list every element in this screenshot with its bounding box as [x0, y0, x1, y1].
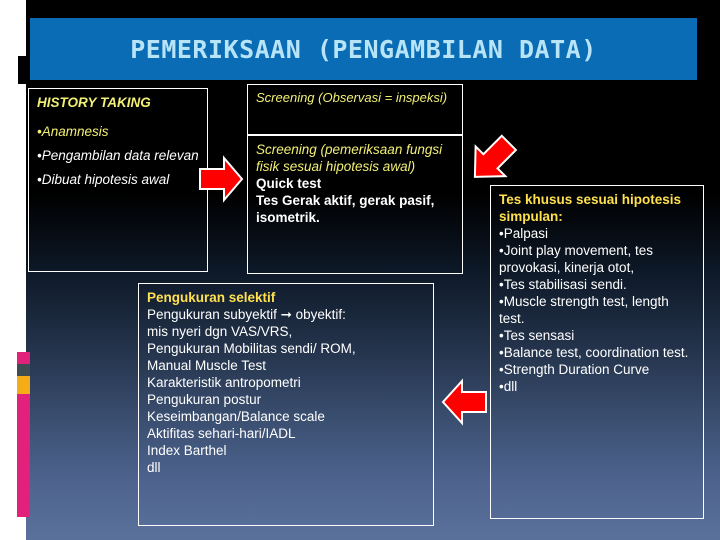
pengukuran-line-5: Pengukuran postur: [147, 392, 262, 407]
segment-slate: [17, 364, 30, 376]
box-screening-observasi: Screening (Observasi = inspeksi): [247, 84, 463, 135]
arrow-left-icon: [438, 378, 488, 426]
pengukuran-line-6: Keseimbangan/Balance scale: [147, 409, 325, 424]
page-title: PEMERIKSAAN (PENGAMBILAN DATA): [130, 34, 597, 64]
history-item-1: •Pengambilan data relevan: [37, 148, 199, 163]
tes-khusus-heading: Tes khusus sesuai hipotesis simpulan:: [499, 192, 682, 224]
pengukuran-line-7: Aktifitas sehari-hari/IADL: [147, 426, 296, 441]
tes-khusus-item-0: •Palpasi: [499, 226, 549, 241]
history-item-0: •Anamnesis: [37, 124, 109, 139]
screening-pemeriksaan-line-1: Tes Gerak aktif, gerak pasif, isometrik.: [256, 193, 435, 225]
screening-pemeriksaan-line-0: Quick test: [256, 176, 322, 191]
arrow-down-right-icon: [464, 132, 524, 192]
pengukuran-line-2: Pengukuran Mobilitas sendi/ ROM,: [147, 341, 356, 356]
slide-title-band: PEMERIKSAAN (PENGAMBILAN DATA): [30, 18, 697, 80]
segment-pink-long: [17, 394, 30, 517]
tes-khusus-item-5: •Balance test, coordination test.: [499, 345, 689, 360]
box-history-taking: HISTORY TAKING •Anamnesis •Pengambilan d…: [28, 88, 208, 272]
pengukuran-line-0: Pengukuran subyektif ➞ obyektif:: [147, 307, 346, 322]
history-heading: HISTORY TAKING: [37, 95, 151, 110]
box-screening-pemeriksaan: Screening (pemeriksaan fungsi fisik sesu…: [247, 135, 463, 274]
segment-amber: [17, 376, 30, 394]
slide-canvas: PEMERIKSAAN (PENGAMBILAN DATA) HISTORY T…: [0, 0, 720, 540]
pengukuran-line-4: Karakteristik antropometri: [147, 375, 301, 390]
pengukuran-line-8: Index Barthel: [147, 443, 227, 458]
pengukuran-heading: Pengukuran selektif: [147, 290, 276, 305]
tes-khusus-item-7: •dll: [499, 379, 518, 394]
screening-observasi-text: Screening (Observasi = inspeksi): [256, 90, 448, 105]
arrow-right-icon: [198, 155, 244, 203]
box-pengukuran-selektif: Pengukuran selektif Pengukuran subyektif…: [138, 283, 434, 526]
history-item-2: •Dibuat hipotesis awal: [37, 172, 170, 187]
screening-pemeriksaan-heading: Screening (pemeriksaan fungsi fisik sesu…: [256, 142, 443, 174]
tes-khusus-item-4: •Tes sensasi: [499, 328, 575, 343]
tes-khusus-item-3: •Muscle strength test, length test.: [499, 294, 669, 326]
tes-khusus-item-2: •Tes stabilisasi sendi.: [499, 277, 627, 292]
pengukuran-line-3: Manual Muscle Test: [147, 358, 267, 373]
pengukuran-line-1: mis nyeri dgn VAS/VRS,: [147, 324, 293, 339]
tes-khusus-item-6: •Strength Duration Curve: [499, 362, 650, 377]
tes-khusus-item-1: •Joint play movement, tes provokasi, kin…: [499, 243, 654, 275]
box-tes-khusus: Tes khusus sesuai hipotesis simpulan: •P…: [490, 185, 704, 519]
segment-pink-top: [17, 352, 30, 364]
pengukuran-line-9: dll: [147, 460, 161, 475]
